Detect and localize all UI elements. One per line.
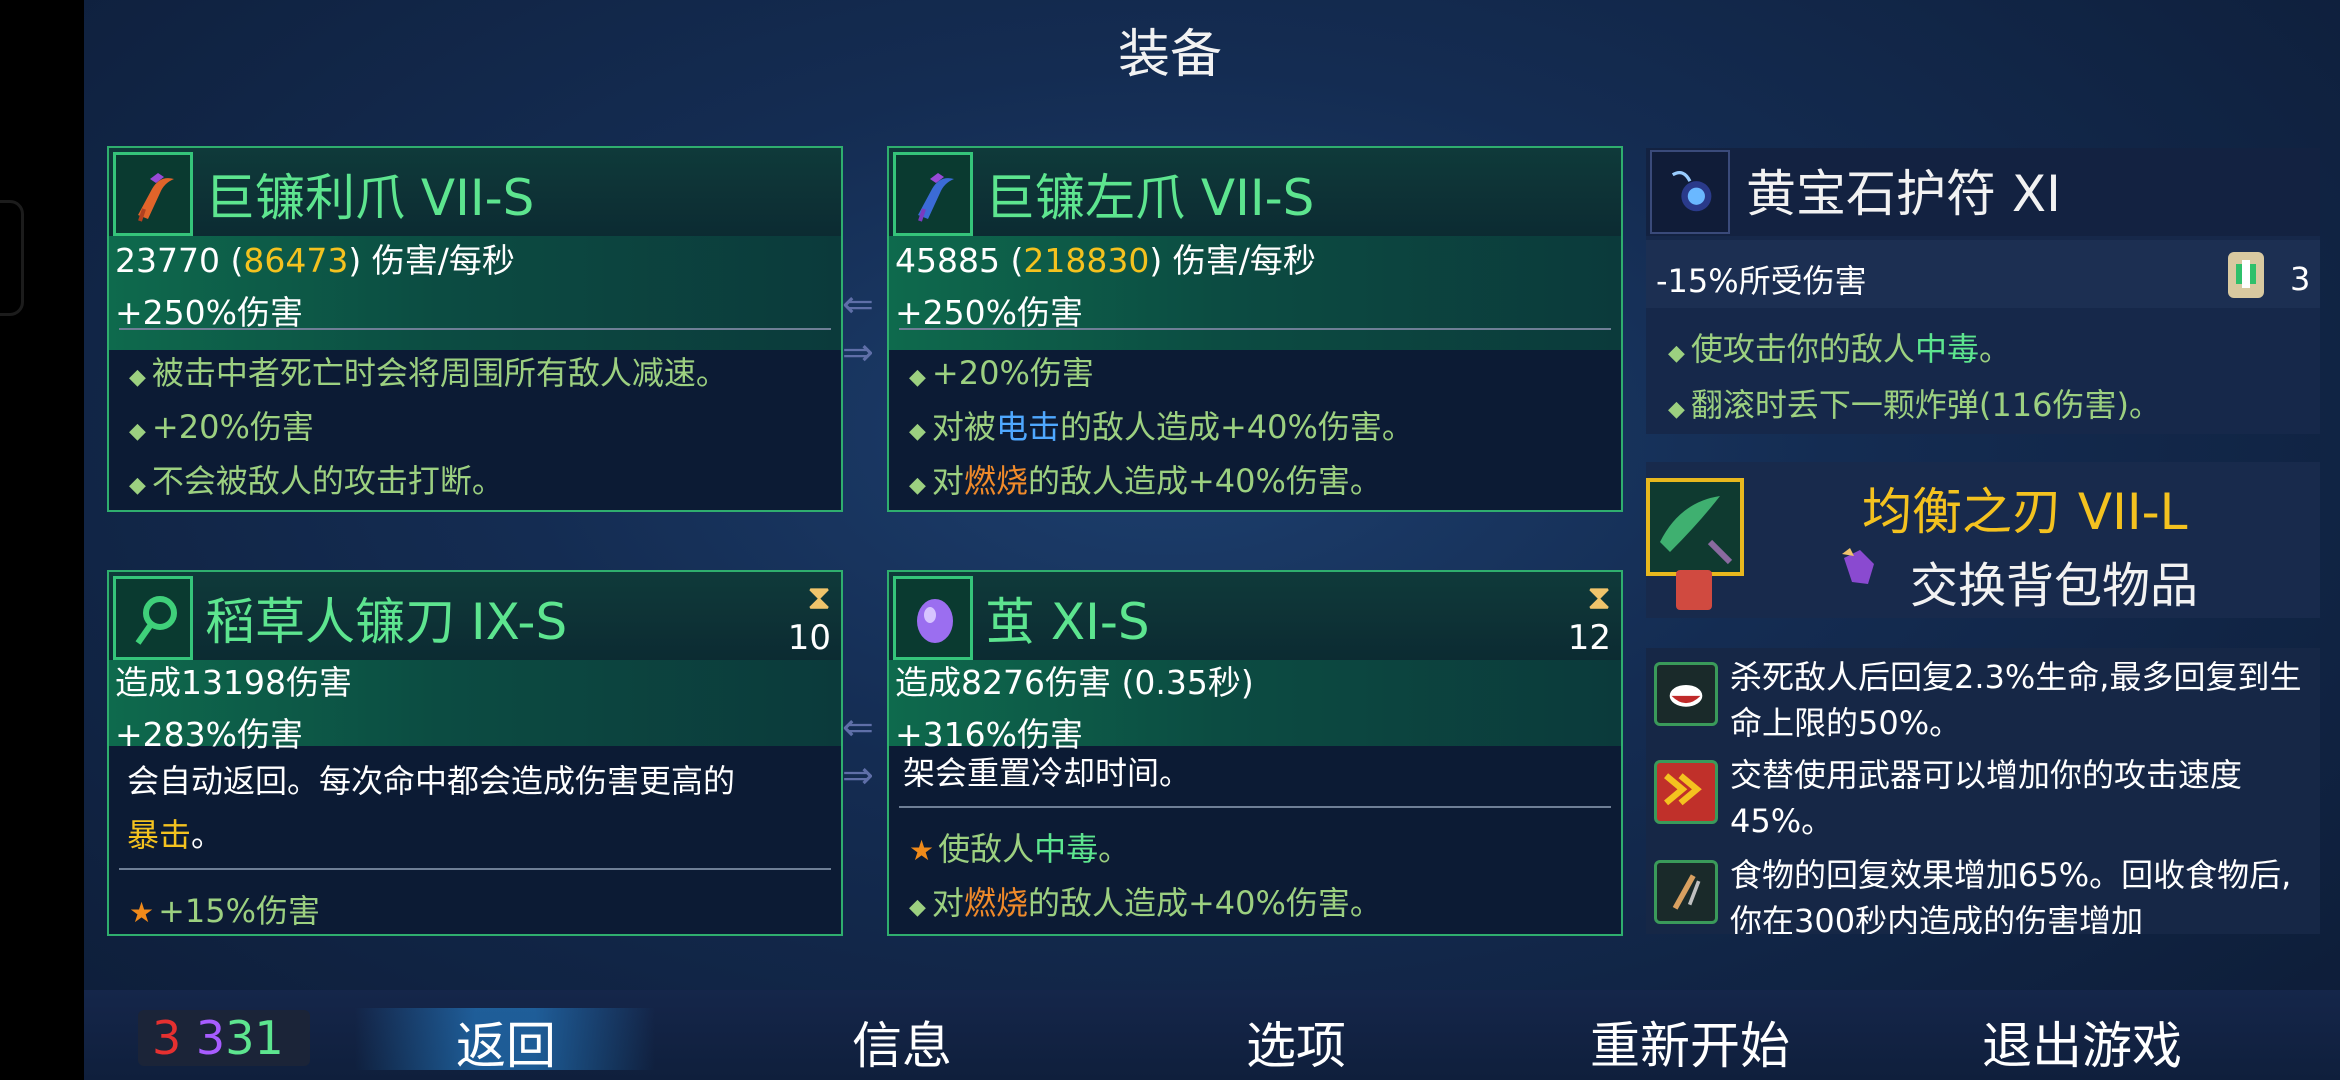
combo-mutation-icon (1654, 760, 1718, 824)
survival-count: 31 (225, 1011, 284, 1065)
skill-desc-keyword: 暴击。 (127, 816, 224, 854)
swap-left-arrow-icon: ⇐ (842, 705, 874, 749)
options-button[interactable]: 选项 (1246, 1006, 1346, 1078)
weapon-bonus: +250%伤害 (895, 293, 1083, 332)
cooldown: ⧗ 10 (787, 578, 831, 658)
scarecrow-sickle-icon (113, 576, 193, 660)
amulet-name: 黄宝石护符 XI (1746, 165, 2061, 223)
amulet-panel[interactable]: 黄宝石护符 XI -15%所受伤害 3 ◆ 使攻击你的敌人中毒。 ◆ 翻滚时丢下一颗… (1646, 148, 2320, 434)
mutation-row[interactable]: 交替使用武器可以增加你的攻击速度45%。 (1646, 746, 2320, 842)
affix-2: ◆ +20%伤害 (129, 408, 314, 446)
backpack-slot-icon (1676, 570, 1712, 610)
weapon-card-2[interactable]: 巨镰左爪 VII-S 45885 (218830) 伤害/每秒 +250%伤害 … (887, 146, 1623, 512)
swap-right-arrow-icon: ⇒ (842, 330, 874, 374)
affix-3: ◆ 对燃烧的敌人造成+40%伤害。 (909, 462, 1382, 500)
skill-desc: 会自动返回。每次命中都会造成伤害更高的 (127, 762, 736, 800)
weapon-card-1[interactable]: 巨镰利爪 VII-S 23770 (86473) 伤害/每秒 +250%伤害 ◆… (107, 146, 843, 512)
vampirism-mutation-icon (1654, 662, 1718, 726)
swap-right-arrow-icon: ⇒ (842, 753, 874, 797)
skill-desc: 架会重置冷却时间。 (903, 754, 1192, 792)
backpack-panel[interactable]: 均衡之刃 VII-L 交换背包物品 (1646, 462, 2320, 618)
star-icon: ★ (129, 896, 155, 929)
page-title: 装备 (1117, 25, 1222, 85)
camera-cutout-strip (0, 0, 84, 1080)
back-button[interactable]: 返回 (456, 1006, 556, 1078)
amulet-affix-2: ◆ 翻滚时丢下一颗炸弹(116伤害)。 (1668, 386, 2161, 424)
amulet-affix-1: ◆ 使攻击你的敌人中毒。 (1668, 330, 2011, 368)
hand-icon (1838, 544, 1882, 594)
swap-left-arrow-icon: ⇐ (842, 282, 874, 326)
affix-1: ◆ +20%伤害 (909, 354, 1094, 392)
quit-button[interactable]: 退出游戏 (1982, 1006, 2182, 1078)
mutation-row[interactable]: 食物的回复效果增加65%。回收食物后,你在300秒内造成的伤害增加 (1646, 846, 2320, 934)
weapon-dps: 23770 (86473) 伤害/每秒 (115, 241, 515, 280)
skill-damage: 造成13198伤害 (115, 663, 352, 702)
affix-1: ★ 使敌人中毒。 (909, 830, 1131, 868)
scythe-claw-left-icon (893, 152, 973, 236)
skill-bonus: +283%伤害 (115, 715, 303, 754)
affix-3: ◆ 不会被敌人的攻击打断。 (129, 462, 504, 500)
scroll-count: 3 (2290, 260, 2311, 298)
swap-arrows-skills[interactable]: ⇐ ⇒ (842, 703, 888, 799)
weapon-name: 巨镰左爪 VII-S (985, 169, 1315, 227)
affix-1: ◆ 被击中者死亡时会将周围所有敌人减速。 (129, 354, 728, 392)
camera-cutout (0, 200, 24, 316)
star-icon: ★ (909, 834, 935, 867)
scythe-claw-icon (113, 152, 193, 236)
cooldown: ⧗ 12 (1567, 578, 1611, 658)
balanced-blade-icon (1646, 478, 1744, 576)
affix-1: ★ +15%伤害 (129, 892, 321, 930)
weapon-dps: 45885 (218830) 伤害/每秒 (895, 241, 1316, 280)
cocoon-icon (893, 576, 973, 660)
weapon-name: 巨镰利爪 VII-S (205, 169, 535, 227)
skill-card-2[interactable]: 茧 XI-S ⧗ 12 造成8276伤害 (0.35秒) +316%伤害 架会重置… (887, 570, 1623, 936)
weapon-bonus: +250%伤害 (115, 293, 303, 332)
affix-2: ◆ 对燃烧的敌人造成+40%伤害。 (909, 884, 1382, 922)
amulet-icon (1650, 150, 1730, 234)
tactics-count: 3 (195, 1011, 226, 1065)
restart-button[interactable]: 重新开始 (1590, 1006, 1790, 1078)
hourglass-icon: ⧗ (807, 578, 831, 618)
swap-arrows-weapons[interactable]: ⇐ ⇒ (842, 280, 888, 376)
info-button[interactable]: 信息 (852, 1006, 952, 1078)
food-mutation-icon (1654, 860, 1718, 924)
skill-name: 稻草人镰刀 IX-S (205, 593, 568, 651)
affix-2: ◆ 对被电击的敌人造成+40%伤害。 (909, 408, 1414, 446)
hourglass-icon: ⧗ (1587, 578, 1611, 618)
scroll-counter: 3 331 (138, 1010, 310, 1066)
mutations-panel[interactable]: 杀死敌人后回复2.3%生命,最多回复到生命上限的50%。 交替使用武器可以增加你… (1646, 648, 2320, 934)
skill-card-1[interactable]: 稻草人镰刀 IX-S ⧗ 10 造成13198伤害 +283%伤害 会自动返回。每… (107, 570, 843, 936)
backpack-item-name: 均衡之刃 VII-L (1862, 483, 2188, 541)
skill-name: 茧 XI-S (985, 593, 1150, 651)
skill-damage: 造成8276伤害 (0.35秒) (895, 663, 1254, 702)
mutation-row[interactable]: 杀死敌人后回复2.3%生命,最多回复到生命上限的50%。 (1646, 648, 2320, 744)
scroll-icon (2218, 246, 2274, 306)
brutality-count: 3 (152, 1011, 182, 1065)
amulet-stat: -15%所受伤害 (1656, 262, 1867, 300)
swap-backpack-label[interactable]: 交换背包物品 (1910, 546, 2198, 616)
